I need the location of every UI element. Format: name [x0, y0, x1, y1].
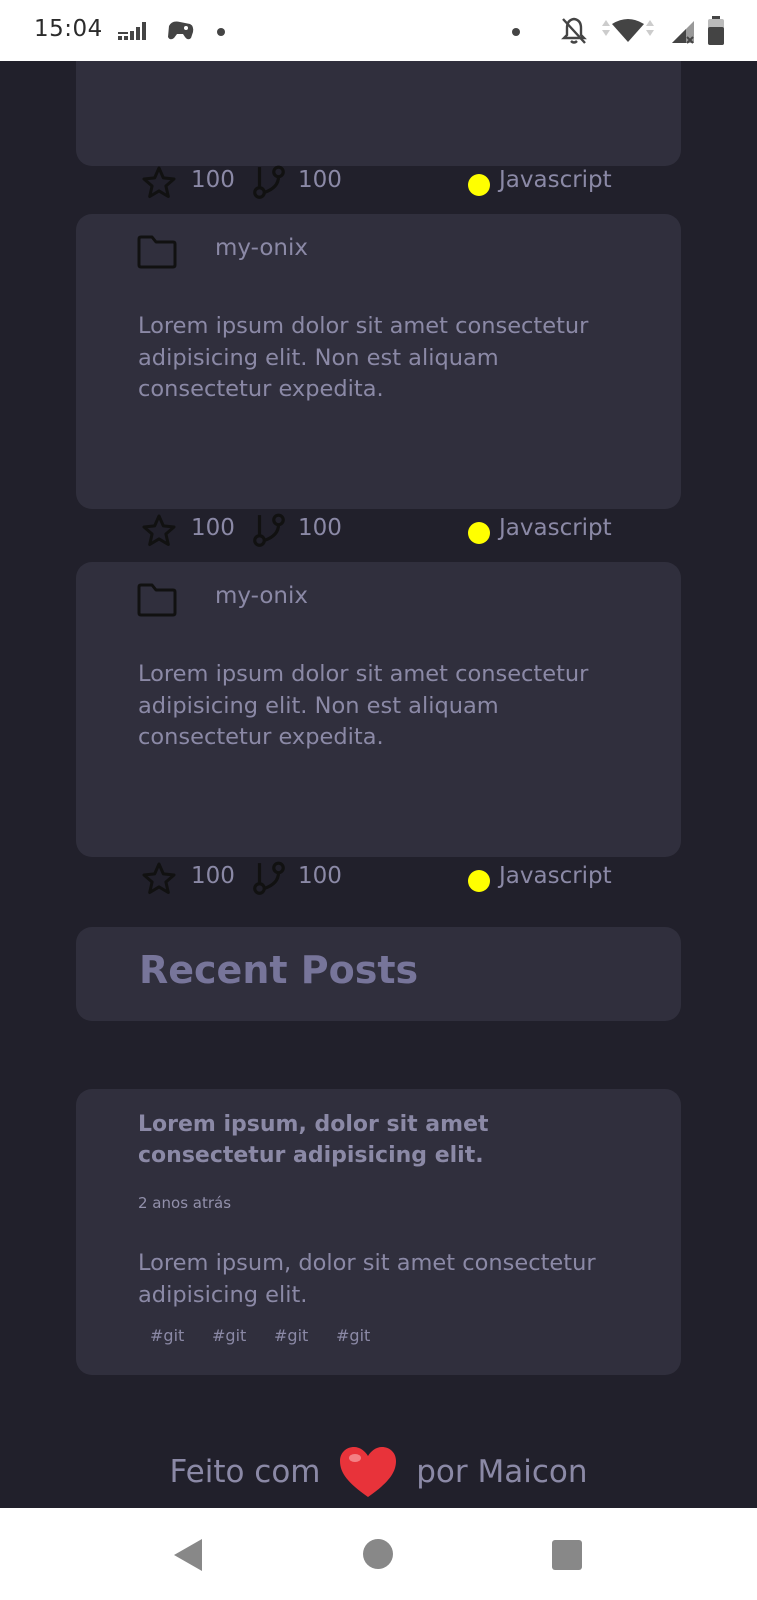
fork-count: 100 — [298, 167, 342, 193]
fork-count: 100 — [298, 863, 342, 889]
post-title[interactable]: Lorem ipsum, dolor sit amet consectetur … — [138, 1109, 638, 1171]
repo-name[interactable]: my-onix — [215, 235, 308, 261]
language-dot — [468, 174, 490, 196]
game-controller-icon — [168, 21, 194, 40]
recents-icon[interactable] — [551, 1539, 583, 1571]
section-title: Recent Posts — [139, 948, 419, 992]
language-dot — [468, 522, 490, 544]
cell-signal-icon — [672, 21, 694, 44]
footer-text-after: por Maicon — [416, 1454, 588, 1490]
star-icon — [142, 862, 176, 894]
home-icon[interactable] — [362, 1538, 394, 1570]
post-tag[interactable]: #git — [336, 1326, 370, 1345]
fork-count: 100 — [298, 515, 342, 541]
footer: Feito com por Maicon — [0, 1445, 757, 1499]
folder-icon — [137, 235, 177, 269]
repo-description: Lorem ipsum dolor sit amet consectetur a… — [138, 313, 589, 402]
post-excerpt: Lorem ipsum, dolor sit amet consectetur … — [138, 1250, 596, 1308]
star-count: 100 — [191, 167, 235, 193]
status-time: 15:04 — [34, 16, 103, 42]
battery-icon — [708, 16, 724, 45]
star-icon — [142, 514, 176, 546]
navigation-bar — [0, 1508, 757, 1600]
dot-icon — [512, 28, 520, 36]
post-tag[interactable]: #git — [274, 1326, 308, 1345]
signal-bars-icon — [118, 22, 146, 40]
repo-name[interactable]: my-onix — [215, 583, 308, 609]
dot-icon — [217, 28, 225, 36]
git-branch-icon — [253, 165, 285, 199]
folder-icon — [137, 583, 177, 617]
language-label: Javascript — [499, 167, 612, 193]
git-branch-icon — [253, 513, 285, 547]
back-icon[interactable] — [172, 1537, 204, 1573]
status-bar: 15:04 — [0, 0, 757, 61]
star-icon — [142, 166, 176, 198]
git-branch-icon — [253, 861, 285, 895]
repo-card[interactable] — [76, 61, 681, 166]
footer-text-before: Feito com — [169, 1454, 321, 1490]
star-count: 100 — [191, 515, 235, 541]
language-dot — [468, 870, 490, 892]
post-tag[interactable]: #git — [150, 1326, 184, 1345]
heart-icon — [340, 1447, 397, 1497]
notifications-off-icon — [561, 17, 587, 44]
page-content[interactable]: 100 100 Javascript my-onix Lorem ipsum d… — [0, 61, 757, 1508]
wifi-icon — [602, 19, 654, 42]
post-tag[interactable]: #git — [212, 1326, 246, 1345]
language-label: Javascript — [499, 515, 612, 541]
star-count: 100 — [191, 863, 235, 889]
post-date: 2 anos atrás — [138, 1194, 232, 1212]
repo-description: Lorem ipsum dolor sit amet consectetur a… — [138, 661, 589, 750]
language-label: Javascript — [499, 863, 612, 889]
